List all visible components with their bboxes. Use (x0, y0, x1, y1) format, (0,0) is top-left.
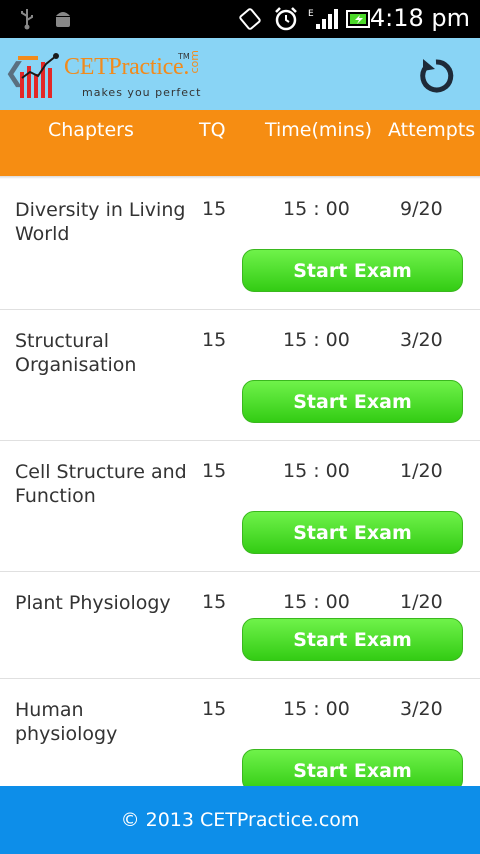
chapter-name: Human physiology (15, 699, 118, 745)
app-logo: CETPractice. TM com makes you perfect (18, 48, 208, 104)
logo-wordmark: CETPractice. (64, 54, 190, 80)
chapter-row: Diversity in Living World 15 15 : 00 9/2… (0, 179, 480, 310)
battery-icon (346, 7, 372, 31)
alarm-icon (272, 7, 300, 31)
chapter-attempts: 1/20 (400, 591, 443, 613)
col-tq: TQ (199, 119, 226, 141)
rotation-icon (236, 7, 264, 31)
chapter-list[interactable]: Diversity in Living World 15 15 : 00 9/2… (0, 179, 480, 786)
chapter-tq: 15 (202, 698, 227, 720)
chapter-tq: 15 (202, 460, 227, 482)
refresh-icon[interactable] (415, 55, 457, 97)
svg-text:E: E (308, 9, 314, 19)
chapter-attempts: 3/20 (400, 698, 443, 720)
logo-chart-icon (18, 53, 59, 98)
logo-com: com (188, 50, 201, 74)
column-header: Chapters TQ Time(mins) Attempts (0, 110, 480, 178)
start-exam-button[interactable]: Start Exam (242, 618, 463, 661)
chapter-name: Plant Physiology (15, 592, 171, 614)
chapter-time: 15 : 00 (283, 698, 350, 720)
chapter-row: Plant Physiology 15 15 : 00 1/20 Start E… (0, 572, 480, 679)
chapter-attempts: 9/20 (400, 198, 443, 220)
app-bar: ❮ CETPractice. TM com makes you perfect (0, 38, 480, 110)
chapter-time: 15 : 00 (283, 329, 350, 351)
start-exam-button[interactable]: Start Exam (242, 380, 463, 423)
chapter-name: Structural Organisation (15, 330, 137, 376)
chapter-tq: 15 (202, 591, 227, 613)
chapter-time: 15 : 00 (283, 591, 350, 613)
status-time: 4:18 pm (369, 4, 470, 32)
col-attempts: Attempts (388, 119, 476, 141)
logo-tagline: makes you perfect (82, 86, 202, 99)
chapter-name: Diversity in Living World (15, 199, 186, 245)
usb-icon (18, 7, 36, 31)
chapter-time: 15 : 00 (283, 198, 350, 220)
chapter-row: Cell Structure and Function 15 15 : 00 1… (0, 441, 480, 572)
start-exam-button[interactable]: Start Exam (242, 749, 463, 786)
chapter-name: Cell Structure and Function (15, 461, 187, 507)
android-icon (52, 7, 74, 31)
start-exam-button[interactable]: Start Exam (242, 249, 463, 292)
chapter-attempts: 3/20 (400, 329, 443, 351)
footer: © 2013 CETPractice.com (0, 786, 480, 854)
start-exam-button[interactable]: Start Exam (242, 511, 463, 554)
chapter-time: 15 : 00 (283, 460, 350, 482)
chapter-tq: 15 (202, 329, 227, 351)
signal-icon: E (308, 7, 338, 31)
col-time: Time(mins) (265, 119, 373, 141)
chapter-attempts: 1/20 (400, 460, 443, 482)
chapter-row: Human physiology 15 15 : 00 3/20 Start E… (0, 679, 480, 786)
chapter-row: Structural Organisation 15 15 : 00 3/20 … (0, 310, 480, 441)
chapter-tq: 15 (202, 198, 227, 220)
status-bar: E 4:18 pm (0, 0, 480, 38)
col-chapters: Chapters (48, 119, 134, 141)
